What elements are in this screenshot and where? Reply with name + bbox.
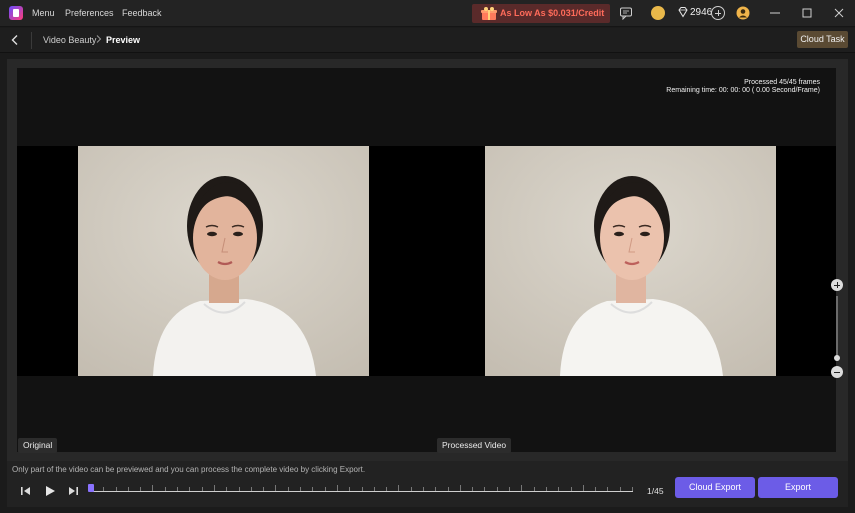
add-credits-icon[interactable] — [711, 6, 725, 20]
playhead[interactable] — [88, 484, 94, 492]
processed-video-label: Processed Video — [437, 438, 512, 453]
processed-frames-text: Processed 45/45 frames — [744, 79, 820, 86]
portrait-image — [78, 146, 369, 376]
previous-frame-icon[interactable] — [19, 484, 33, 498]
menu-button[interactable]: Menu — [32, 8, 55, 18]
app-logo-icon — [9, 6, 23, 20]
promo-text: As Low As $0.031/Credit — [500, 8, 605, 18]
nav-bar: Video Beauty Preview Cloud Task — [0, 28, 855, 53]
playback-bar: Only part of the video can be previewed … — [7, 461, 848, 507]
credits-count: 2946 — [690, 7, 713, 18]
divider — [31, 32, 32, 49]
minimize-icon[interactable] — [768, 6, 782, 20]
zoom-handle[interactable] — [834, 355, 840, 361]
processed-video-frame — [485, 146, 776, 376]
preview-stage: Processed 45/45 frames Remaining time: 0… — [17, 68, 843, 453]
zoom-in-icon[interactable] — [831, 279, 843, 291]
original-label: Original — [18, 438, 58, 453]
export-button[interactable]: Export — [758, 477, 838, 498]
cloud-task-button[interactable]: Cloud Task — [797, 31, 848, 48]
preview-panel: Processed 45/45 frames Remaining time: 0… — [7, 59, 848, 461]
cloud-export-button[interactable]: Cloud Export — [675, 477, 755, 498]
chevron-right-icon — [96, 35, 102, 43]
title-bar: Menu Preferences Feedback As Low As $0.0… — [0, 0, 855, 27]
preferences-button[interactable]: Preferences — [65, 8, 114, 18]
next-frame-icon[interactable] — [66, 484, 80, 498]
close-icon[interactable] — [832, 6, 846, 20]
feedback-button[interactable]: Feedback — [122, 8, 162, 18]
timeline-track[interactable] — [91, 491, 633, 492]
maximize-icon[interactable] — [800, 6, 814, 20]
diamond-icon — [678, 7, 688, 18]
coin-icon[interactable] — [651, 6, 665, 20]
message-icon[interactable] — [619, 6, 633, 20]
breadcrumb-preview: Preview — [106, 35, 141, 45]
back-arrow-icon[interactable] — [8, 33, 22, 47]
gift-icon — [481, 7, 497, 20]
remaining-time-text: Remaining time: 00: 00: 00 ( 0.00 Second… — [666, 87, 820, 94]
processing-status: Processed 45/45 frames Remaining time: 0… — [666, 79, 820, 95]
play-icon[interactable] — [43, 484, 57, 498]
user-avatar-icon[interactable] — [736, 6, 750, 20]
zoom-track[interactable] — [836, 296, 838, 361]
export-hint: Only part of the video can be previewed … — [12, 465, 366, 474]
breadcrumb-video-beauty[interactable]: Video Beauty — [43, 35, 96, 45]
frame-counter: 1/45 — [647, 486, 664, 496]
promo-banner[interactable]: As Low As $0.031/Credit — [472, 4, 610, 23]
original-video-frame — [78, 146, 369, 376]
zoom-out-icon[interactable] — [831, 366, 843, 378]
timeline-scrubber[interactable] — [88, 484, 633, 495]
zoom-slider[interactable] — [831, 279, 843, 379]
portrait-image — [485, 146, 776, 376]
